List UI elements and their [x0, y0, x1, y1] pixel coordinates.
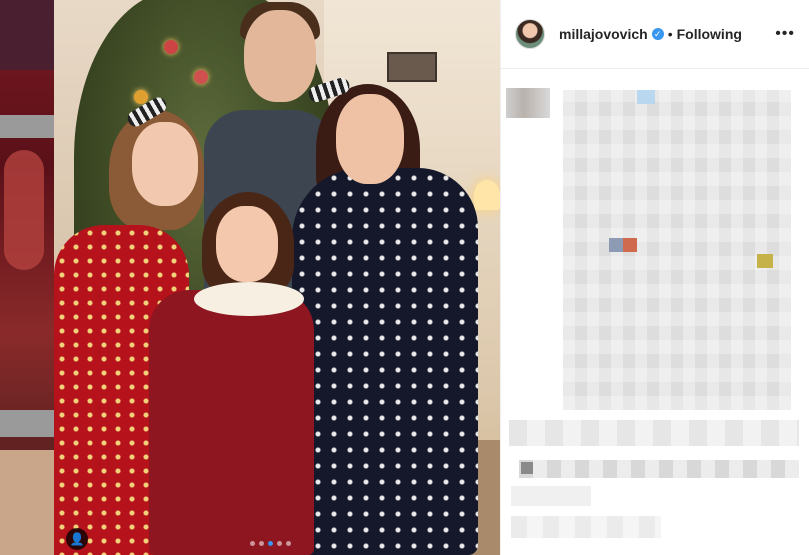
photo-vent [387, 52, 437, 82]
preview-band [0, 410, 54, 437]
carousel-dot [277, 541, 282, 546]
pixelated-comment [511, 516, 661, 538]
photo-man-head [244, 10, 316, 102]
photo-woman-dress [292, 168, 478, 555]
following-button[interactable]: Following [677, 26, 742, 42]
photo-ornament [164, 40, 178, 54]
photo-lamp [474, 180, 500, 210]
photo-girl2-dress [149, 290, 314, 555]
post-header: millajovovich ✓ • Following ••• [501, 0, 809, 69]
pixelated-comment [509, 420, 799, 446]
photo-woman-head [336, 94, 404, 184]
pixelated-avatar [506, 88, 550, 118]
pixelated-fragment [637, 90, 655, 104]
more-options-icon[interactable]: ••• [775, 25, 795, 43]
preview-band [0, 115, 54, 138]
pixelated-fragment [609, 238, 623, 252]
preview-shape [0, 0, 54, 70]
carousel-indicator [250, 541, 291, 546]
carousel-dot-active [268, 541, 273, 546]
post-photo[interactable]: 👤 [54, 0, 500, 555]
pixelated-comment [519, 460, 799, 478]
header-separator: • [667, 26, 673, 42]
pixelated-fragment [757, 254, 773, 268]
photo-ornament [194, 70, 208, 84]
previous-post-preview[interactable] [0, 0, 54, 555]
photo-girl2-head [216, 206, 278, 282]
photo-girl2-collar [194, 282, 304, 316]
avatar[interactable] [515, 19, 545, 49]
pixelated-comment [511, 486, 591, 506]
pixelated-fragment [623, 238, 637, 252]
carousel-dot [259, 541, 264, 546]
post-side-panel: millajovovich ✓ • Following ••• [500, 0, 809, 555]
user-tag-icon[interactable]: 👤 [66, 528, 88, 550]
verified-badge-icon: ✓ [651, 28, 664, 40]
carousel-dot [286, 541, 291, 546]
preview-shape [4, 150, 44, 270]
preview-shape [0, 450, 54, 555]
username-link[interactable]: millajovovich [559, 26, 648, 42]
pixelated-caption-overlay [563, 90, 791, 410]
photo-girl1-head [132, 122, 198, 206]
pixelated-fragment [521, 462, 533, 474]
carousel-dot [250, 541, 255, 546]
